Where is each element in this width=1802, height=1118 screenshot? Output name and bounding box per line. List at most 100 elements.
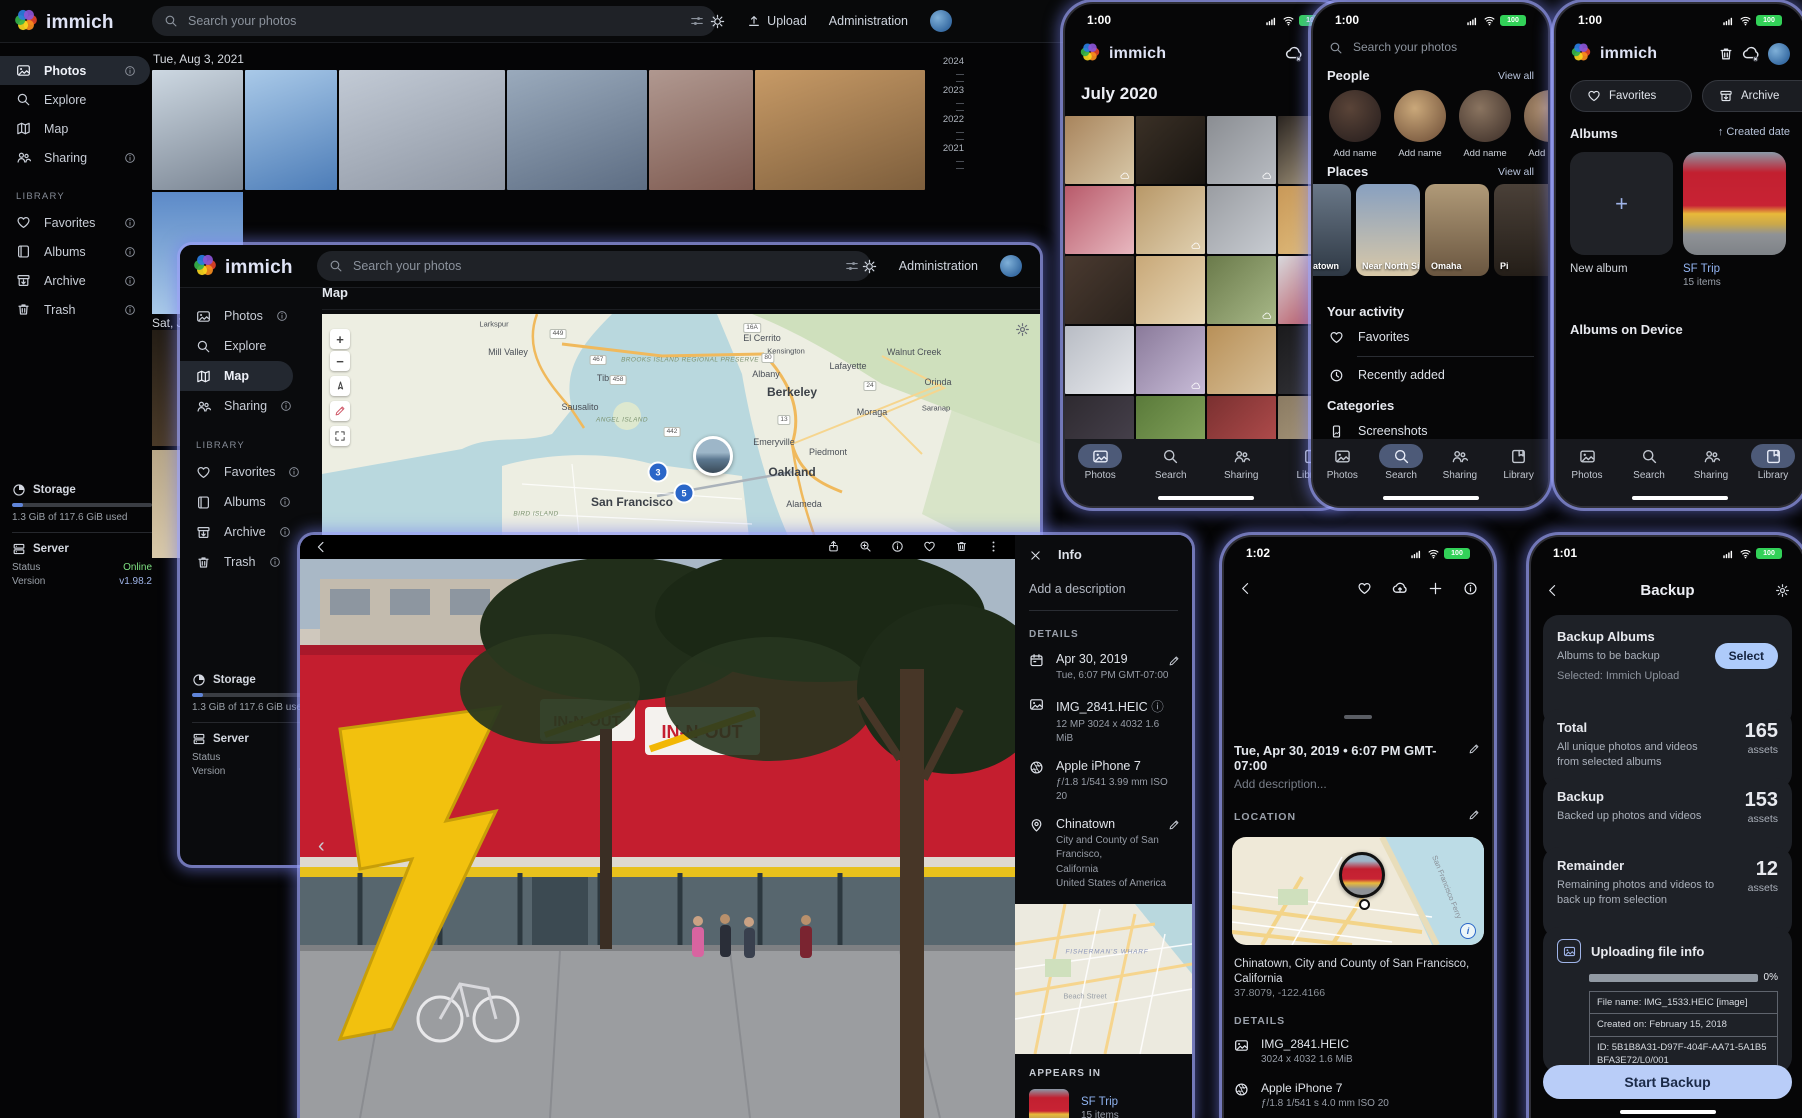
search-input[interactable]: Search your photos — [152, 6, 716, 36]
sidebar-item-trash[interactable]: Trash — [180, 547, 293, 577]
sidebar-item-photos[interactable]: Photos — [180, 301, 293, 331]
archive-button[interactable]: Archive — [1702, 80, 1802, 112]
avatar[interactable] — [930, 10, 952, 32]
info-icon[interactable] — [279, 526, 291, 538]
person-item[interactable]: Add name — [1457, 90, 1513, 159]
add-plus-icon[interactable] — [1428, 581, 1443, 596]
upload-button[interactable]: Upload — [747, 14, 807, 29]
info-icon[interactable] — [124, 246, 136, 258]
tab-library[interactable]: Library — [1491, 444, 1547, 506]
photo-tile[interactable] — [1207, 326, 1276, 394]
share-icon[interactable] — [827, 540, 840, 553]
immich-logo[interactable]: immich — [192, 252, 293, 283]
tab-photos[interactable]: Photos — [1559, 444, 1615, 506]
description-input[interactable]: Add a description — [1015, 562, 1192, 596]
year-label[interactable]: 2024 — [930, 56, 964, 67]
tab-photos[interactable]: Photos — [1314, 444, 1370, 506]
info-icon[interactable] — [279, 496, 291, 508]
back-icon[interactable] — [1238, 581, 1253, 596]
map-photo-marker[interactable] — [693, 436, 733, 476]
tab-library[interactable]: Library — [1745, 444, 1801, 506]
person-item[interactable]: Add name — [1522, 90, 1548, 159]
sidebar-item-explore[interactable]: Explore — [180, 331, 293, 361]
photo-tile[interactable] — [1065, 186, 1134, 254]
photo-tile[interactable] — [1207, 256, 1276, 324]
info-icon[interactable] — [269, 556, 281, 568]
album-name-link[interactable]: SF Trip — [1081, 1096, 1119, 1108]
avatar[interactable] — [1000, 255, 1022, 277]
photo-tile[interactable] — [1136, 256, 1205, 324]
search-input[interactable]: Search your photos — [1329, 40, 1457, 55]
previous-photo-chevron[interactable]: ‹ — [318, 835, 325, 858]
map-fullscreen-button[interactable] — [330, 426, 350, 446]
favorite-heart-icon[interactable] — [1357, 581, 1372, 596]
sidebar-item-photos[interactable]: Photos — [0, 56, 150, 85]
photo-tile[interactable] — [1065, 396, 1134, 444]
cloud-sync-icon[interactable] — [1742, 45, 1760, 63]
add-name-link[interactable]: Add name — [1398, 148, 1441, 159]
info-icon[interactable] — [276, 310, 288, 322]
sidebar-item-trash[interactable]: Trash — [0, 295, 150, 324]
edit-pencil-icon[interactable] — [1468, 809, 1480, 821]
photo-tile[interactable] — [507, 70, 647, 190]
add-name-link[interactable]: Add name — [1528, 148, 1548, 159]
photo-tile[interactable] — [1136, 116, 1205, 184]
theme-toggle-icon[interactable] — [862, 258, 877, 273]
theme-toggle-icon[interactable] — [710, 13, 725, 28]
photo-tile[interactable] — [339, 70, 505, 190]
favorite-heart-icon[interactable] — [923, 540, 936, 553]
place-tile[interactable]: Near North Side — [1356, 184, 1420, 276]
sort-created-date[interactable]: ↑ Created date — [1718, 126, 1790, 138]
sidebar-item-map[interactable]: Map — [180, 361, 293, 391]
add-name-link[interactable]: Add name — [1463, 148, 1506, 159]
sidebar-item-archive[interactable]: Archive — [0, 266, 150, 295]
edit-pencil-icon[interactable] — [1468, 743, 1480, 755]
back-icon[interactable] — [314, 540, 328, 554]
info-icon[interactable] — [124, 152, 136, 164]
photo-tile[interactable] — [245, 70, 337, 190]
add-name-link[interactable]: Add name — [1333, 148, 1376, 159]
edit-pencil-icon[interactable] — [1168, 652, 1180, 670]
description-input[interactable]: Add description... — [1234, 777, 1327, 791]
place-tile[interactable]: Omaha — [1425, 184, 1489, 276]
filter-sliders-icon[interactable] — [845, 259, 859, 274]
close-icon[interactable] — [1029, 547, 1042, 562]
start-backup-button[interactable]: Start Backup — [1543, 1065, 1792, 1099]
photo-tile[interactable] — [152, 70, 243, 190]
year-label[interactable]: 2022 — [930, 114, 964, 125]
album-link-row[interactable]: SF Trip 15 items — [1015, 1079, 1192, 1118]
album-tile-sf-trip[interactable]: SF Trip 15 items — [1683, 152, 1786, 288]
sidebar-item-favorites[interactable]: Favorites — [180, 457, 293, 487]
favorites-row[interactable]: Favorites — [1313, 322, 1548, 352]
map-settings-gear-icon[interactable] — [1015, 322, 1030, 337]
avatar[interactable] — [1768, 43, 1790, 65]
info-icon[interactable] — [288, 466, 300, 478]
map-zoom-out-button[interactable]: − — [330, 351, 350, 371]
face-avatar[interactable] — [1394, 90, 1446, 142]
cloud-upload-icon[interactable] — [1392, 580, 1408, 596]
back-icon[interactable] — [1545, 583, 1560, 598]
info-icon[interactable] — [124, 65, 136, 77]
delete-icon[interactable] — [955, 540, 968, 553]
info-icon[interactable] — [280, 400, 292, 412]
sidebar-item-map[interactable]: Map — [0, 114, 150, 143]
people-view-all[interactable]: View all — [1498, 70, 1534, 82]
favorites-button[interactable]: Favorites — [1570, 80, 1692, 112]
info-icon[interactable] — [124, 217, 136, 229]
trash-icon[interactable] — [1718, 46, 1734, 62]
info-icon[interactable] — [124, 275, 136, 287]
face-avatar[interactable] — [1459, 90, 1511, 142]
photo-tile[interactable] — [1136, 326, 1205, 394]
map-cluster-marker[interactable]: 3 — [648, 462, 669, 483]
immich-logo[interactable]: immich — [13, 7, 114, 38]
face-avatar[interactable] — [1329, 90, 1381, 142]
map-draw-button[interactable] — [330, 401, 350, 421]
new-album-tile[interactable]: + New album — [1570, 152, 1673, 288]
settings-gear-icon[interactable] — [1775, 583, 1790, 598]
photo-tile[interactable] — [1065, 326, 1134, 394]
photo-tile[interactable] — [649, 70, 753, 190]
sidebar-item-sharing[interactable]: Sharing — [180, 391, 293, 421]
year-label[interactable]: 2021 — [930, 143, 964, 154]
info-icon[interactable] — [1463, 581, 1478, 596]
photo-tile[interactable] — [1065, 256, 1134, 324]
